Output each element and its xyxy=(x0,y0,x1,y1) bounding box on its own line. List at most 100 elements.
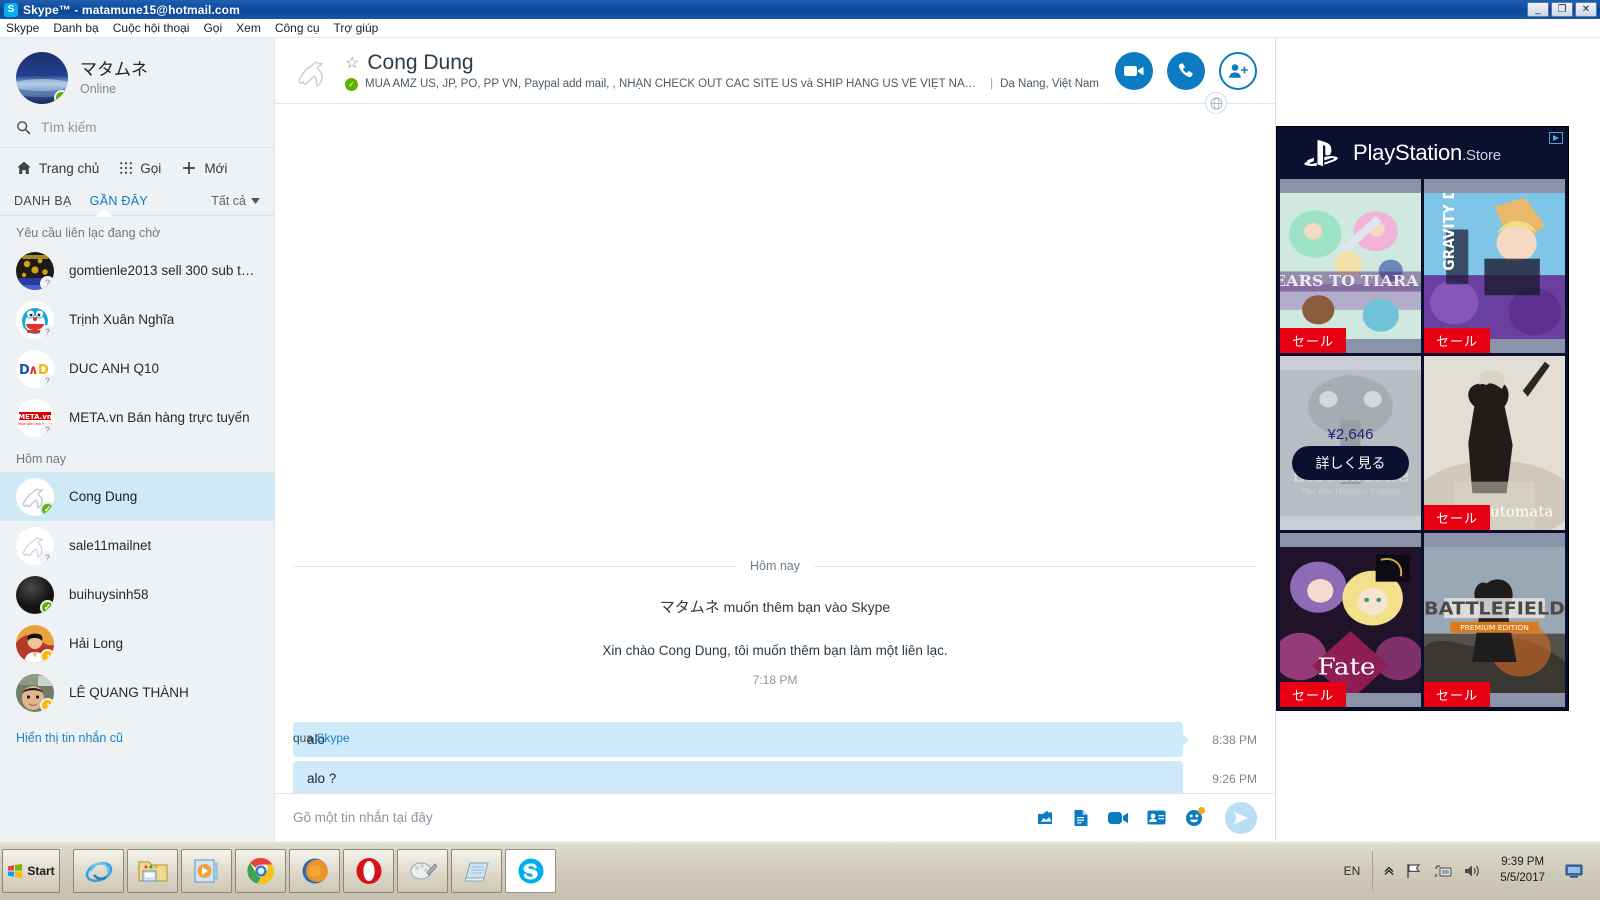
taskbar-item-skype[interactable] xyxy=(505,849,556,893)
start-button[interactable]: Start xyxy=(2,849,60,893)
network-icon[interactable] xyxy=(1434,863,1452,879)
list-item[interactable]: ◔ Hải Long xyxy=(0,619,274,668)
adchoices-icon[interactable] xyxy=(1549,132,1563,144)
ad-tile-badge: セール xyxy=(1424,328,1491,353)
window-controls: _ ❐ ✕ xyxy=(1527,2,1597,17)
close-button[interactable]: ✕ xyxy=(1575,2,1597,17)
message-row: alo 8:38 PM xyxy=(275,722,1275,757)
presence-badge: ? xyxy=(40,550,54,565)
notepad-icon xyxy=(463,859,491,883)
clock-time: 9:39 PM xyxy=(1501,856,1545,869)
nav-call[interactable]: Gọi xyxy=(119,161,161,176)
taskbar-item-notepad[interactable] xyxy=(451,849,502,893)
firefox-icon xyxy=(301,857,329,885)
clock[interactable]: 9:39 PM 5/5/2017 xyxy=(1492,855,1553,886)
nav-home[interactable]: Trang chủ xyxy=(16,160,99,176)
message-bubble[interactable]: alo xyxy=(293,722,1183,757)
menu-conversation[interactable]: Cuộc hội thoại xyxy=(113,21,190,35)
list-item-label: gomtienle2013 sell 300 sub thu... xyxy=(69,263,258,278)
filter-dropdown[interactable]: Tất cả xyxy=(211,194,260,208)
send-arrow-icon xyxy=(1233,811,1249,825)
ad-detail-button[interactable]: 詳しく見る xyxy=(1292,446,1409,481)
favorite-star-icon[interactable]: ☆ xyxy=(345,53,359,73)
menu-tools[interactable]: Công cụ xyxy=(275,21,320,35)
plus-icon xyxy=(181,160,197,176)
taskbar-item-media-player[interactable] xyxy=(181,849,232,893)
list-item[interactable]: ◔ LÊ QUANG THÀNH xyxy=(0,668,274,717)
send-video-message-icon[interactable] xyxy=(1108,811,1128,825)
video-call-button[interactable] xyxy=(1115,51,1153,90)
compose-via-link[interactable]: Skype xyxy=(316,731,349,745)
action-flag-icon[interactable] xyxy=(1406,863,1423,879)
list-item[interactable]: ? Trịnh Xuân Nghĩa xyxy=(0,295,274,344)
playstation-store-ad[interactable]: PlayStation.Store TEARS TO TIARA II セール xyxy=(1276,126,1569,711)
menu-skype[interactable]: Skype xyxy=(6,21,39,35)
tab-contacts[interactable]: DANH BẠ xyxy=(14,194,72,208)
compose-via-prefix: qua xyxy=(293,731,314,745)
send-file-icon[interactable] xyxy=(1036,809,1054,827)
list-item[interactable]: ? gomtienle2013 sell 300 sub thu... xyxy=(0,246,274,295)
my-display-name: マタムネ xyxy=(80,60,148,80)
presence-badge: ? xyxy=(40,324,54,339)
ad-tile[interactable]: GRAVITY DAZE セール xyxy=(1424,179,1565,353)
message-list[interactable]: Hôm nay マタムネ muốn thêm bạn vào Skype Xin… xyxy=(275,104,1275,793)
svg-text:Fate: Fate xyxy=(1317,653,1375,681)
list-item[interactable]: META.vn Mua sắm trực tuyến ? META.vn Bán … xyxy=(0,393,274,442)
message-bubble[interactable]: alo ? xyxy=(293,761,1183,793)
list-item[interactable]: D ∧ D ? DUC ANH Q10 xyxy=(0,344,274,393)
menu-view[interactable]: Xem xyxy=(236,21,261,35)
avatar: ? xyxy=(16,251,54,290)
my-profile[interactable]: ✓ マタムネ Online xyxy=(0,38,274,114)
search-icon xyxy=(16,120,31,135)
send-document-icon[interactable] xyxy=(1073,809,1089,827)
taskbar-item-opera[interactable] xyxy=(343,849,394,893)
send-button[interactable] xyxy=(1225,801,1257,834)
compose-icons xyxy=(1036,801,1257,834)
opera-icon xyxy=(355,857,383,885)
search-input[interactable]: Tìm kiếm xyxy=(0,114,274,148)
presence-badge: ? xyxy=(40,275,54,290)
menu-contacts[interactable]: Danh bạ xyxy=(53,21,98,35)
taskbar-item-paint[interactable] xyxy=(397,849,448,893)
conversation-actions xyxy=(1115,51,1257,90)
compose-bar: Gõ một tin nhắn tại đây xyxy=(275,793,1275,841)
taskbar-item-firefox[interactable] xyxy=(289,849,340,893)
ad-tile[interactable]: TEARS TO TIARA II セール xyxy=(1280,179,1421,353)
list-item[interactable]: ? sale11mailnet xyxy=(0,521,274,570)
conversation-header: ☆ Cong Dung ✓ MUA AMZ US, JP, PO, PP VN,… xyxy=(275,38,1275,103)
ad-tile[interactable]: BloodborneThe Old Hunters Edition ¥2,646… xyxy=(1280,356,1421,530)
ad-tile[interactable]: NieR:Automata セール xyxy=(1424,356,1565,530)
show-hidden-icons-icon[interactable] xyxy=(1383,865,1395,877)
show-older-messages-link[interactable]: Hiển thị tin nhắn cũ xyxy=(0,717,274,759)
sidebar-nav: Trang chủ Gọi Mới xyxy=(0,148,274,188)
avatar: ✓ xyxy=(16,477,54,516)
volume-icon[interactable] xyxy=(1463,863,1481,879)
sidebar-item-cong-dung[interactable]: ✓ Cong Dung xyxy=(0,472,274,521)
taskbar-item-file-explorer[interactable] xyxy=(127,849,178,893)
minimize-button[interactable]: _ xyxy=(1527,2,1549,17)
clock-date: 5/5/2017 xyxy=(1500,872,1545,884)
ad-brand: PlayStation.Store xyxy=(1353,140,1501,165)
taskbar-item-internet-explorer[interactable] xyxy=(73,849,124,893)
voice-call-button[interactable] xyxy=(1167,51,1205,90)
menu-help[interactable]: Trợ giúp xyxy=(334,21,379,35)
tab-recent[interactable]: GẦN ĐÂY xyxy=(90,194,148,208)
list-item-label: DUC ANH Q10 xyxy=(69,361,160,376)
show-desktop-icon[interactable] xyxy=(1564,857,1584,885)
menu-call[interactable]: Gọi xyxy=(203,21,222,35)
taskbar-item-google-chrome[interactable] xyxy=(235,849,286,893)
message-input[interactable]: Gõ một tin nhắn tại đây xyxy=(293,810,1036,825)
emoticon-icon[interactable] xyxy=(1185,806,1205,827)
ad-tile[interactable]: Fate セール xyxy=(1280,533,1421,707)
send-contact-icon[interactable] xyxy=(1147,810,1166,825)
system-tray: EN 9:39 PM 5/5/2017 xyxy=(1332,849,1600,893)
nav-new[interactable]: Mới xyxy=(181,160,227,176)
ad-tile-cover: BloodborneThe Old Hunters Edition xyxy=(1280,370,1421,516)
list-item[interactable]: ✓ buihuysinh58 xyxy=(0,570,274,619)
language-indicator[interactable]: EN xyxy=(1332,864,1373,878)
compose-via: qua Skype xyxy=(293,731,350,745)
avatar: ✓ xyxy=(16,52,68,104)
ad-tile[interactable]: BATTLEFIELD PREMIUM EDITION セール xyxy=(1424,533,1565,707)
restore-button[interactable]: ❐ xyxy=(1551,2,1573,17)
add-people-button[interactable] xyxy=(1219,51,1257,90)
